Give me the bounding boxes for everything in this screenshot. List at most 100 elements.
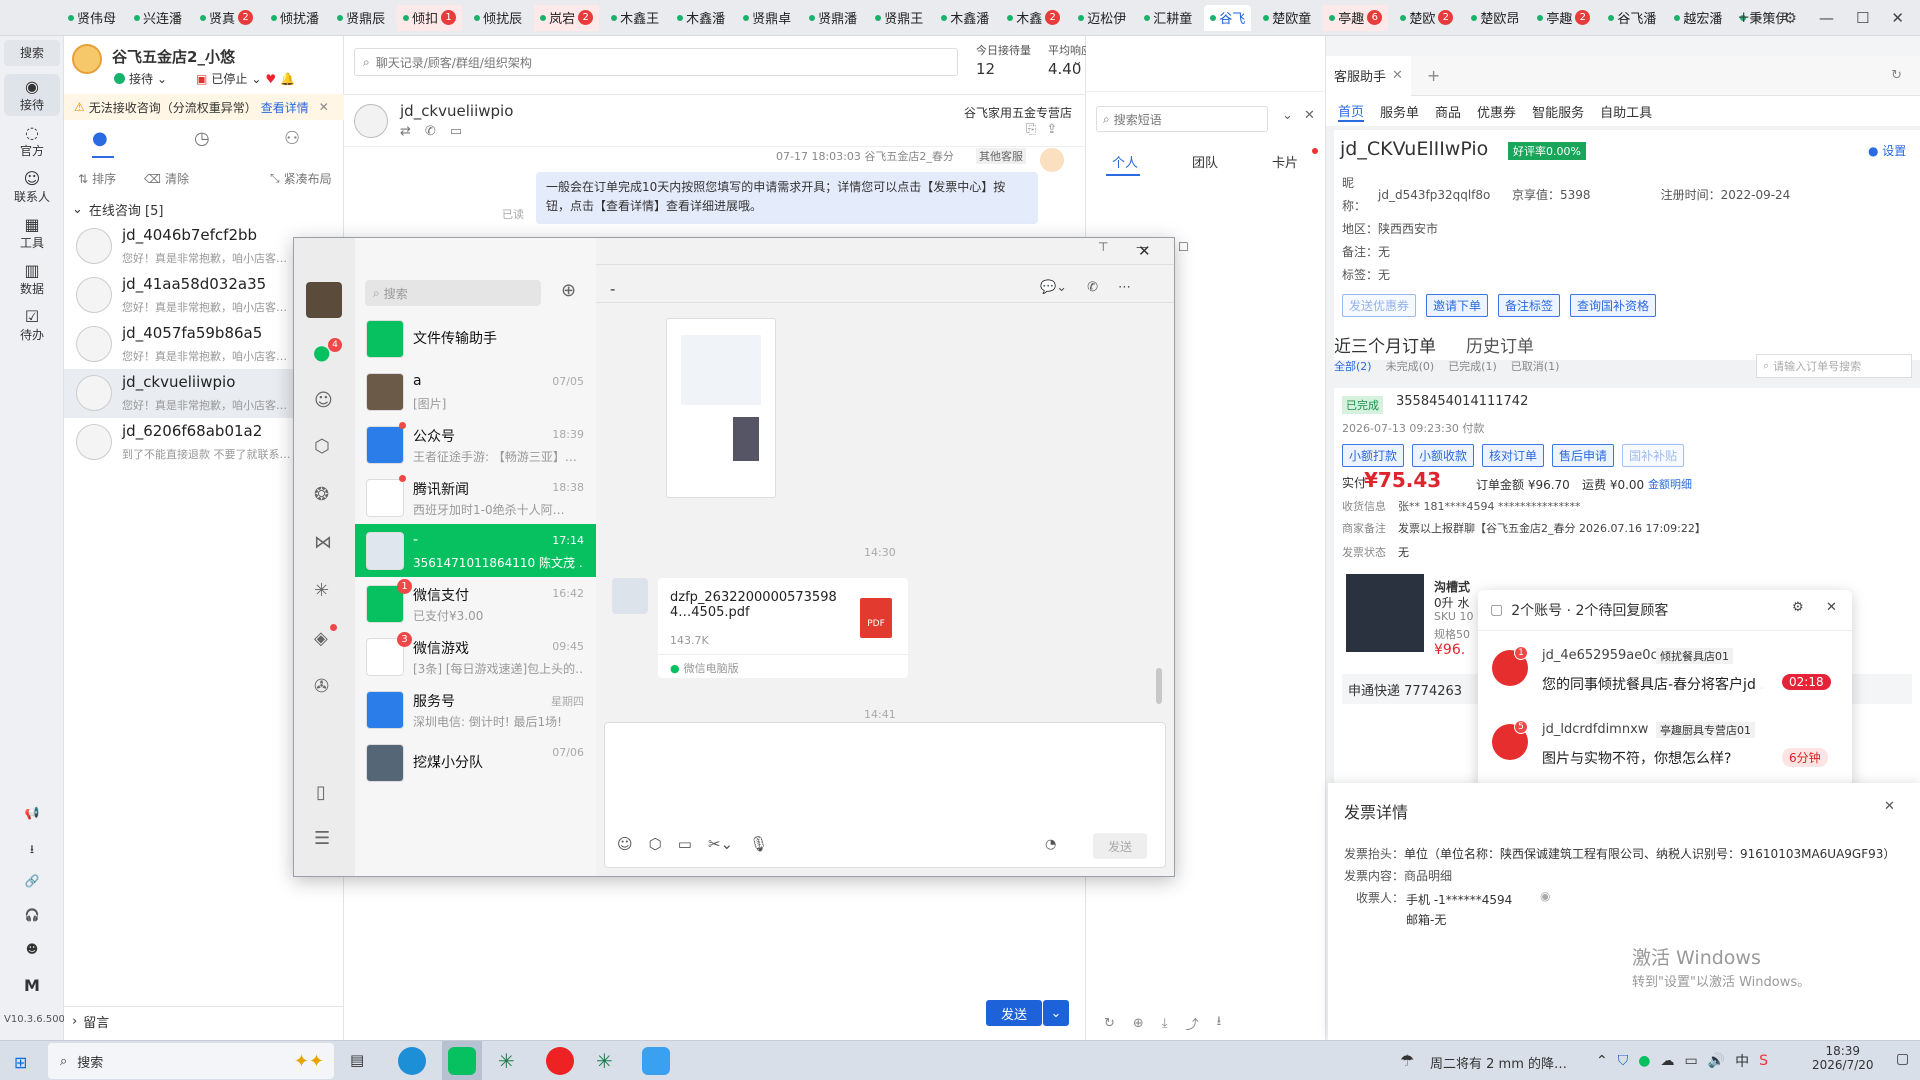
shop-tab[interactable]: 兴连潘 [128,5,188,31]
tab-card[interactable]: 卡片 [1272,152,1298,171]
order-filter-tab[interactable]: 已取消(1) [1511,358,1560,374]
app-star-icon-2[interactable]: ✳ [596,1049,613,1073]
clock[interactable]: 18:39 2026/7/20 [1812,1044,1874,1072]
shop-tab[interactable]: 迈松伊 [1072,5,1132,31]
shop-tab[interactable]: 亭趣 6 [1323,4,1389,31]
wechat-chat-item[interactable]: a 07/05 [图片] [355,365,596,418]
maximize-icon[interactable]: ☐ [1856,9,1869,27]
wechat-send-button[interactable]: 发送 [1093,833,1147,859]
link-icon[interactable]: 🔗 [4,874,60,888]
nav-tab[interactable]: 首页 [1338,101,1365,122]
moments-icon[interactable]: ❂ [314,484,329,505]
warning-link[interactable]: 查看详情 [261,99,309,116]
add-tab-icon[interactable]: + [1737,8,1750,26]
add-icon[interactable]: ⊕ [561,280,576,301]
online-section-header[interactable]: ⌄ 在线咨询 [5] [72,200,163,219]
message-section-header[interactable]: › 留言 [72,1012,109,1031]
shop-tab[interactable]: 贤鼎潘 [803,5,863,31]
task-view-icon[interactable]: ▤ [350,1051,364,1069]
app-star-icon[interactable]: ✳ [498,1049,515,1073]
settings-icon[interactable]: ⚙ [1792,600,1804,615]
app-chat-icon[interactable] [642,1047,670,1075]
tab-cs-assistant[interactable]: 客服助手 ✕ [1326,55,1411,96]
order-filter-tab[interactable]: 未完成(0) [1386,358,1435,374]
group-icon[interactable]: ⚇ [284,128,300,149]
contacts-icon[interactable]: ☺ [314,390,333,411]
wechat-chat-item[interactable]: 微信支付 16:42 已支付¥3.00 1 [355,577,596,630]
close-icon[interactable]: ✕ [1138,242,1151,260]
wechat-search-input[interactable]: ⌕ 搜索 [365,280,541,306]
rail-item-2[interactable]: ☺ 联系人 [4,166,60,208]
add-icon[interactable]: ⊕ [1133,1016,1144,1031]
order-filter-tab[interactable]: 全部(2) [1334,358,1372,374]
customer-action-button[interactable]: 邀请下单 [1426,294,1489,317]
wechat-chat-item[interactable]: 微信游戏 09:45 [3条] [每日游戏速递]包上头的… 3 [355,630,596,683]
shield-icon[interactable]: ⛉ [1618,1053,1629,1069]
nav-tab[interactable]: 智能服务 [1532,102,1584,121]
tab-personal[interactable]: 个人 [1112,152,1138,171]
rail-item-4[interactable]: ▥ 数据 [4,258,60,300]
history-icon[interactable]: ◷ [194,128,210,149]
shop-tab[interactable]: 贤伟母 [62,5,122,31]
add-tab-icon[interactable]: + [1427,66,1440,85]
chat-more-icon[interactable]: 💬⌄ [1040,280,1067,295]
transfer-icon[interactable]: ⇄ [400,124,411,139]
shop-tab[interactable]: 汇耕童 [1138,5,1198,31]
shop-tab[interactable]: 木鑫 2 [1001,5,1066,31]
shop-tab[interactable]: 楚欧昂 [1465,5,1525,31]
close-icon[interactable]: ✕ [319,100,329,114]
shop-tab[interactable]: 岚宕 2 [534,4,600,31]
sort-button[interactable]: ⇅ 排序 [78,170,116,187]
menu-icon[interactable]: ☰ [314,828,330,849]
rail-item-3[interactable]: ▦ 工具 [4,212,60,254]
rail-item-1[interactable]: ◌ 官方 [4,120,60,162]
orders-title[interactable]: 近三个月订单 [1334,332,1436,357]
pin-icon[interactable]: ⊤ [1098,240,1108,254]
close-icon[interactable]: ✕ [1392,68,1403,83]
chat-bubble-icon[interactable]: ● [92,128,108,149]
shop-tab[interactable]: 贤鼎王 [869,5,929,31]
order-action-button[interactable]: 小额打款 [1342,444,1405,467]
download-icon[interactable]: ⭳ [1217,1012,1222,1034]
games-icon[interactable]: ✇ [314,676,329,697]
shop-tab[interactable]: 倾扰辰 [468,5,528,31]
volume-icon[interactable]: 🔊 [1708,1053,1725,1069]
collapse-icon[interactable]: ⌄ [1282,108,1293,123]
robot-icon[interactable]: ☻ [4,942,60,956]
phone-icon[interactable]: ▯ [316,782,326,803]
my-avatar[interactable] [306,282,342,318]
message-input[interactable]: ☺ ⬡ ▭ ✂⌄ 🎙 ◔ 发送 [604,722,1166,868]
sogou-icon[interactable]: S [1759,1053,1768,1069]
import-icon[interactable]: ⤓ [1162,1016,1168,1031]
close-icon[interactable]: ✕ [1884,799,1895,814]
customer-action-button[interactable]: 备注标签 [1498,294,1561,317]
nav-tab[interactable]: 优惠券 [1477,102,1516,121]
card-icon[interactable]: ▭ [450,124,462,139]
shop-tab[interactable]: 楚欧 2 [1394,5,1459,31]
nav-tab[interactable]: 商品 [1435,102,1461,121]
taskbar-search[interactable]: ⌕ 搜索 ✦✦ [48,1043,334,1079]
amount-detail-link[interactable]: 金额明细 [1648,476,1692,492]
folder-icon[interactable]: ▭ [678,835,692,853]
wechat-chat-item[interactable]: 挖煤小分队 07/06 [355,736,596,789]
megaphone-icon[interactable]: 📢 [4,806,60,820]
history-orders-tab[interactable]: 历史订单 [1466,332,1534,357]
mini-program-icon[interactable]: ◈ [314,628,328,649]
order-action-button[interactable]: 核对订单 [1482,444,1545,467]
wechat-chat-item[interactable]: 文件传输助手 [355,312,596,365]
customer-action-button[interactable]: 查询国补资格 [1570,294,1657,317]
shop-tab[interactable]: 木鑫王 [605,5,665,31]
wechat-chat-item[interactable]: 服务号 星期四 深圳电信: 倒计时! 最后1场! [355,683,596,736]
wechat-taskbar-icon[interactable] [448,1047,476,1075]
shop-tab[interactable]: 谷飞 [1204,4,1252,31]
close-icon[interactable]: ✕ [1891,9,1904,27]
eye-icon[interactable]: ◉ [1540,889,1550,903]
image-message[interactable] [666,318,776,498]
order-filter-tab[interactable]: 已完成(1) [1448,358,1497,374]
channels-icon[interactable]: ⋈ [314,532,332,553]
wechat-chat-item[interactable]: 腾讯新闻 18:38 西班牙加时1-0绝杀十人阿… [355,471,596,524]
shop-tab[interactable]: 倾扣 1 [397,4,463,31]
headset-icon[interactable]: 🎧 [4,908,60,922]
emoji-icon[interactable]: ☺ [617,835,633,853]
pending-customer-item[interactable]: 5 jd_ldcrdfdimnxw 亭趣厨具专营店01 图片与实物不符，你想怎么样? 6… [1478,712,1852,782]
